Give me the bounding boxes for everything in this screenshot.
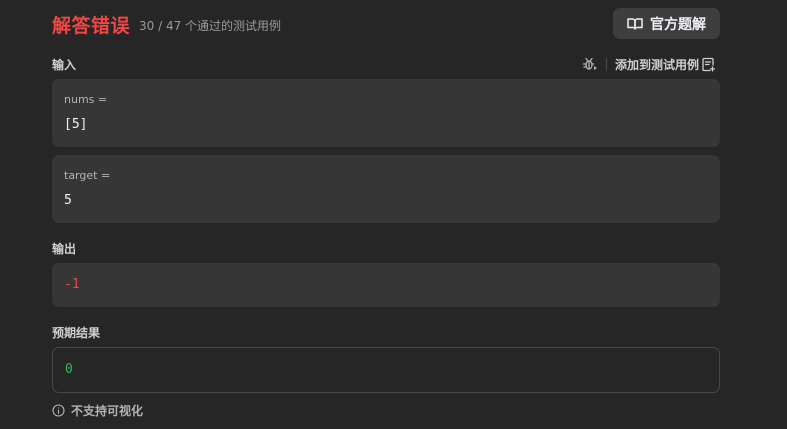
result-header: 解答错误 30 / 47 个通过的测试用例 官方题解 [52, 8, 720, 40]
param-value[interactable]: [5] [64, 117, 87, 132]
output-value: -1 [64, 277, 80, 292]
bug-play-icon[interactable] [582, 56, 598, 72]
pass-count: 30 / 47 个通过的测试用例 [139, 18, 282, 33]
add-to-testcase-button[interactable]: 添加到测试用例 [615, 56, 715, 73]
visualization-note-text: 不支持可视化 [71, 404, 144, 418]
input-toolbar: 添加到测试用例 [582, 55, 715, 73]
add-to-testcase-label: 添加到测试用例 [614, 57, 699, 72]
output-label: 输出 [52, 242, 77, 256]
info-icon [52, 404, 65, 417]
output-card: -1 [52, 263, 720, 307]
toolbar-divider [605, 57, 607, 71]
official-solution-label: 官方题解 [650, 16, 706, 33]
param-name: nums = [64, 93, 108, 106]
param-value[interactable]: 5 [64, 193, 72, 208]
input-param-card: target = 5 [52, 155, 720, 223]
expected-card: 0 [52, 347, 720, 393]
input-label: 输入 [52, 58, 77, 72]
visualization-note: 不支持可视化 [52, 402, 143, 419]
clipboard-add-icon [702, 57, 715, 72]
input-param-card: nums = [5] [52, 79, 720, 147]
param-name: target = [64, 169, 111, 182]
expected-label: 预期结果 [52, 326, 101, 340]
official-solution-button[interactable]: 官方题解 [613, 8, 720, 39]
result-status: 解答错误 [52, 14, 131, 37]
book-open-icon [627, 17, 643, 31]
expected-value: 0 [65, 362, 73, 377]
